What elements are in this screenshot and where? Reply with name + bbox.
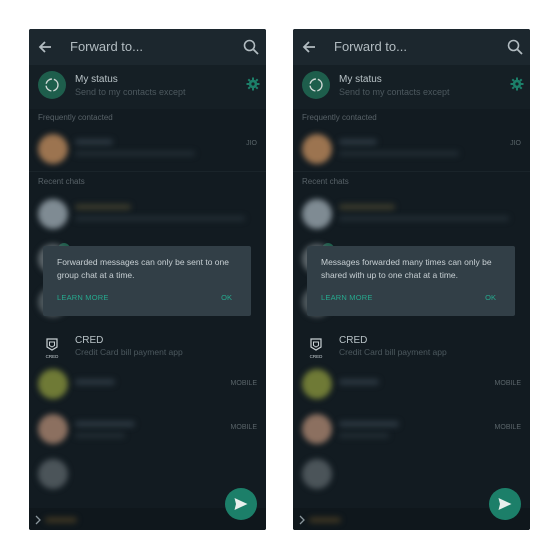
ok-button[interactable]: OK (485, 293, 496, 302)
cred-logo-icon: CRED (304, 336, 328, 360)
header-title: Forward to... (70, 39, 143, 54)
cred-contact-name: CRED (75, 335, 104, 346)
selected-contacts (309, 517, 341, 523)
dialog-message: Messages forwarded many times can only b… (321, 257, 492, 280)
avatar (302, 199, 332, 229)
avatar (302, 414, 332, 444)
chat-subtitle (339, 216, 509, 221)
learn-more-button[interactable]: LEARN MORE (321, 293, 373, 302)
status-subtitle: Send to my contacts except (339, 87, 450, 97)
phone-screen-left: Forward to... My status Send to my conta… (29, 29, 266, 530)
status-icon (38, 71, 66, 99)
status-icon (302, 71, 330, 99)
search-icon[interactable] (506, 38, 524, 56)
contact-tag: MOBILE (230, 424, 257, 431)
ok-button[interactable]: OK (221, 293, 232, 302)
cred-contact-name: CRED (339, 335, 368, 346)
svg-text:CRED: CRED (46, 354, 60, 359)
avatar (302, 369, 332, 399)
chevron-right-icon[interactable] (33, 515, 43, 525)
chat-subtitle (75, 216, 245, 221)
send-button[interactable] (225, 488, 257, 520)
section-frequently-contacted: Frequently contacted (302, 113, 377, 122)
contact-tag: JIO (510, 140, 521, 147)
divider (293, 171, 530, 172)
contact-subtitle (339, 433, 389, 438)
status-subtitle: Send to my contacts except (75, 87, 186, 97)
contact-name (75, 139, 113, 145)
contact-name (75, 421, 135, 427)
contact-tag: MOBILE (494, 424, 521, 431)
back-arrow-icon[interactable] (301, 38, 319, 56)
learn-more-button[interactable]: LEARN MORE (57, 293, 109, 302)
avatar (302, 134, 332, 164)
back-arrow-icon[interactable] (37, 38, 55, 56)
dialog-message: Forwarded messages can only be sent to o… (57, 257, 229, 280)
avatar (38, 199, 68, 229)
section-recent-chats: Recent chats (302, 177, 349, 186)
contact-tag: JIO (246, 140, 257, 147)
status-title: My status (75, 74, 118, 85)
avatar (38, 459, 68, 489)
divider (29, 171, 266, 172)
selected-contacts (45, 517, 77, 523)
header-bar: Forward to... (29, 29, 266, 65)
avatar (38, 134, 68, 164)
contact-tag: MOBILE (494, 380, 521, 387)
contact-name (339, 139, 377, 145)
send-button[interactable] (489, 488, 521, 520)
phone-screen-right: Forward to... My status Send to my conta… (293, 29, 530, 530)
contact-name (339, 379, 379, 385)
contact-subtitle (75, 433, 125, 438)
avatar (38, 414, 68, 444)
header-bar: Forward to... (293, 29, 530, 65)
contact-name (339, 421, 399, 427)
svg-text:CRED: CRED (310, 354, 324, 359)
chevron-right-icon[interactable] (297, 515, 307, 525)
section-recent-chats: Recent chats (38, 177, 85, 186)
chat-name (339, 204, 395, 210)
forward-limit-dialog: Messages forwarded many times can only b… (307, 246, 515, 316)
gear-icon[interactable] (246, 77, 260, 91)
contact-tag: MOBILE (230, 380, 257, 387)
avatar (38, 369, 68, 399)
search-icon[interactable] (242, 38, 260, 56)
send-icon (234, 498, 248, 510)
contact-name (75, 379, 115, 385)
contact-subtitle (75, 151, 195, 156)
header-title: Forward to... (334, 39, 407, 54)
chat-name (75, 204, 131, 210)
cred-contact-subtitle: Credit Card bill payment app (75, 347, 183, 357)
send-icon (498, 498, 512, 510)
avatar (302, 459, 332, 489)
gear-icon[interactable] (510, 77, 524, 91)
status-title: My status (339, 74, 382, 85)
contact-subtitle (339, 151, 459, 156)
section-frequently-contacted: Frequently contacted (38, 113, 113, 122)
cred-logo-icon: CRED (40, 336, 64, 360)
forward-limit-dialog: Forwarded messages can only be sent to o… (43, 246, 251, 316)
cred-contact-subtitle: Credit Card bill payment app (339, 347, 447, 357)
